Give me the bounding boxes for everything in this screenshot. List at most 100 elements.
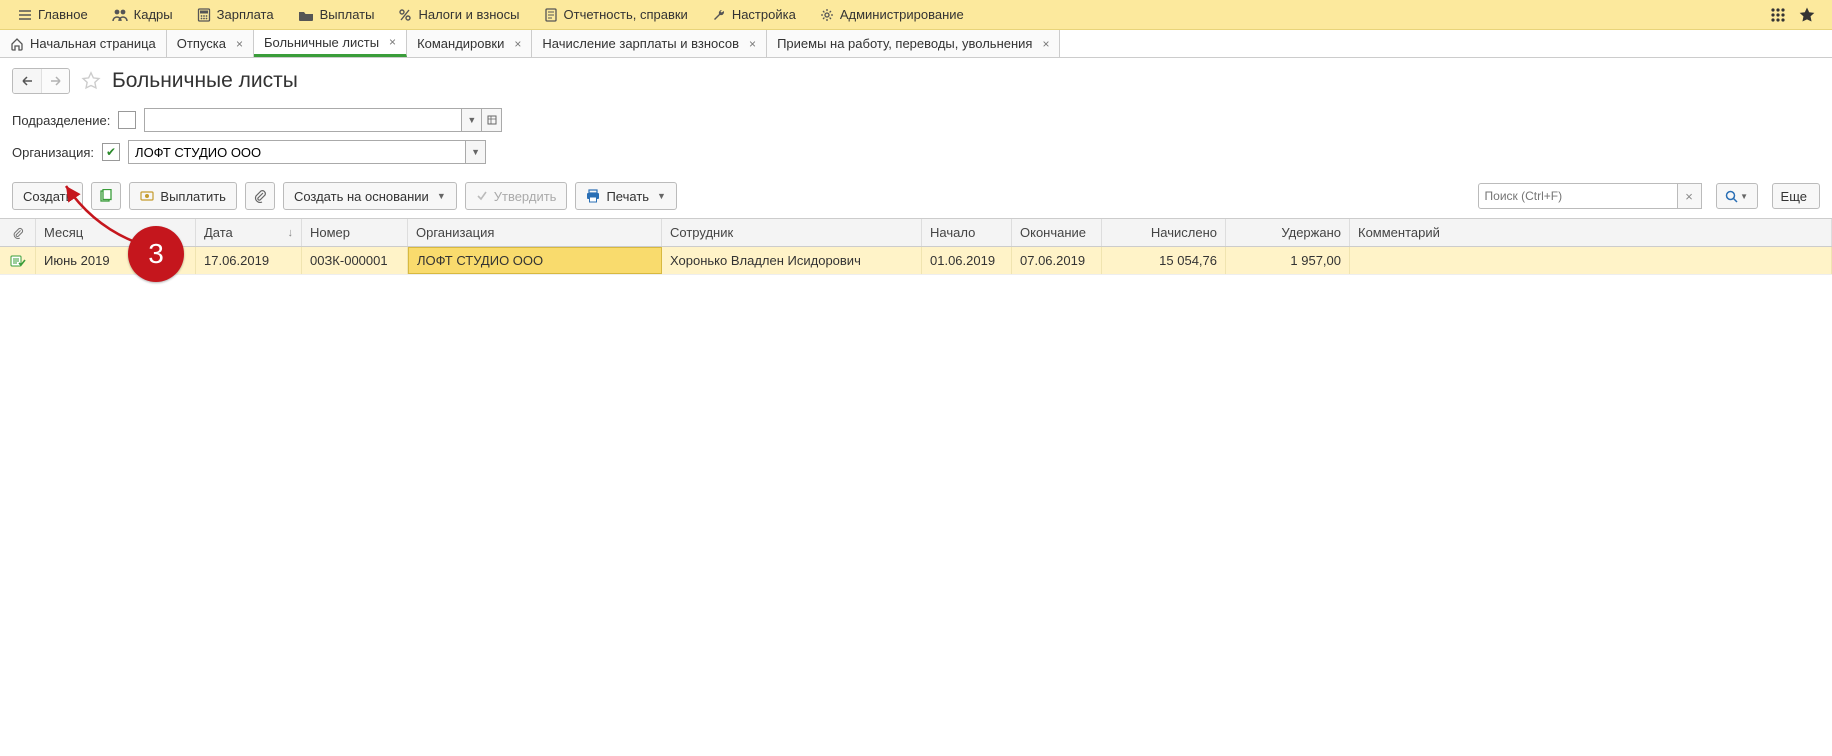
menu-label: Выплаты	[320, 7, 375, 22]
menu-label: Кадры	[134, 7, 173, 22]
document-icon	[544, 8, 558, 22]
menu-main[interactable]: Главное	[6, 0, 100, 29]
tab-sick-leaves[interactable]: Больничные листы ×	[254, 30, 407, 57]
tab-label: Начисление зарплаты и взносов	[542, 36, 739, 51]
favorite-icon[interactable]	[80, 70, 102, 92]
menu-settings[interactable]: Настройка	[700, 0, 808, 29]
money-icon	[140, 189, 154, 203]
chevron-down-icon: ▼	[467, 115, 476, 125]
chevron-down-icon: ▼	[1740, 192, 1748, 201]
close-icon[interactable]: ×	[749, 37, 756, 51]
close-icon: ×	[1685, 189, 1693, 204]
menu-taxes[interactable]: Налоги и взносы	[386, 0, 531, 29]
tab-trips[interactable]: Командировки ×	[407, 30, 532, 57]
wrench-icon	[712, 8, 726, 22]
home-icon	[10, 37, 24, 51]
button-label: Создать	[23, 189, 72, 204]
tab-bar: Начальная страница Отпуска × Больничные …	[0, 30, 1832, 58]
tab-label: Командировки	[417, 36, 504, 51]
cell-start: 01.06.2019	[922, 247, 1012, 274]
button-label: Еще	[1781, 189, 1807, 204]
star-icon[interactable]	[1798, 6, 1816, 24]
annotation-badge: 3	[128, 226, 184, 282]
col-date[interactable]: Дата↓	[196, 219, 302, 246]
org-input[interactable]	[128, 140, 466, 164]
menu-label: Настройка	[732, 7, 796, 22]
search-input[interactable]	[1478, 183, 1678, 209]
close-icon[interactable]: ×	[236, 37, 243, 51]
create-button[interactable]: Создать	[12, 182, 83, 210]
department-checkbox[interactable]	[118, 111, 136, 129]
paperclip-icon	[12, 227, 24, 239]
col-start[interactable]: Начало	[922, 219, 1012, 246]
org-dropdown-button[interactable]: ▼	[466, 140, 486, 164]
col-number[interactable]: Номер	[302, 219, 408, 246]
menu-reports[interactable]: Отчетность, справки	[532, 0, 700, 29]
approve-button[interactable]: Утвердить	[465, 182, 568, 210]
col-accrued[interactable]: Начислено	[1102, 219, 1226, 246]
table-row[interactable]: Июнь 2019 17.06.2019 00ЗК-000001 ЛОФТ СТ…	[0, 247, 1832, 275]
cell-org: ЛОФТ СТУДИО ООО	[408, 247, 662, 274]
menu-admin[interactable]: Администрирование	[808, 0, 976, 29]
paperclip-icon	[253, 189, 267, 203]
col-end[interactable]: Окончание	[1012, 219, 1102, 246]
cell-accrued: 15 054,76	[1102, 247, 1226, 274]
apps-icon[interactable]	[1770, 7, 1786, 23]
copy-icon	[99, 189, 113, 203]
department-input[interactable]	[144, 108, 462, 132]
chevron-down-icon: ▼	[657, 191, 666, 201]
department-open-button[interactable]	[482, 108, 502, 132]
close-icon[interactable]: ×	[389, 35, 396, 49]
chevron-down-icon: ▼	[471, 147, 480, 157]
grid: Месяц Дата↓ Номер Организация Сотрудник …	[0, 218, 1832, 275]
percent-icon	[398, 8, 412, 22]
close-icon[interactable]: ×	[514, 37, 521, 51]
org-checkbox[interactable]	[102, 143, 120, 161]
copy-button[interactable]	[91, 182, 121, 210]
tab-label: Отпуска	[177, 36, 226, 51]
toolbar: Создать Выплатить Создать на основании▼ …	[0, 178, 1832, 218]
button-label: Выплатить	[160, 189, 226, 204]
col-attachment[interactable]	[0, 219, 36, 246]
cell-withheld: 1 957,00	[1226, 247, 1350, 274]
cell-number: 00ЗК-000001	[302, 247, 408, 274]
org-label: Организация:	[12, 145, 94, 160]
tab-label: Начальная страница	[30, 36, 156, 51]
search-clear-button[interactable]: ×	[1678, 183, 1702, 209]
people-icon	[112, 8, 128, 22]
col-withheld[interactable]: Удержано	[1226, 219, 1350, 246]
department-dropdown-button[interactable]: ▼	[462, 108, 482, 132]
menu-payments[interactable]: Выплаты	[286, 0, 387, 29]
print-button[interactable]: Печать ▼	[575, 182, 677, 210]
tab-home[interactable]: Начальная страница	[0, 30, 167, 57]
close-icon[interactable]: ×	[1042, 37, 1049, 51]
tab-vacations[interactable]: Отпуска ×	[167, 30, 254, 57]
nav-history	[12, 68, 70, 94]
hamburger-icon	[18, 8, 32, 22]
create-based-button[interactable]: Создать на основании▼	[283, 182, 457, 210]
more-button[interactable]: Еще	[1772, 183, 1820, 209]
gear-icon	[820, 8, 834, 22]
cell-employee: Хоронько Владлен Исидорович	[662, 247, 922, 274]
col-org[interactable]: Организация	[408, 219, 662, 246]
col-comment[interactable]: Комментарий	[1350, 219, 1832, 246]
col-employee[interactable]: Сотрудник	[662, 219, 922, 246]
attach-button[interactable]	[245, 182, 275, 210]
annotation-badge-text: 3	[148, 238, 164, 270]
search-button[interactable]: ▼	[1716, 183, 1758, 209]
tab-hirings[interactable]: Приемы на работу, переводы, увольнения ×	[767, 30, 1060, 57]
search-icon	[1725, 190, 1738, 203]
tab-payroll[interactable]: Начисление зарплаты и взносов ×	[532, 30, 767, 57]
menu-salary[interactable]: Зарплата	[185, 0, 286, 29]
button-label: Утвердить	[494, 189, 557, 204]
cell-end: 07.06.2019	[1012, 247, 1102, 274]
button-label: Печать	[606, 189, 649, 204]
nav-forward-button[interactable]	[41, 69, 69, 93]
tab-label: Приемы на работу, переводы, увольнения	[777, 36, 1032, 51]
calculator-icon	[197, 8, 211, 22]
nav-back-button[interactable]	[13, 69, 41, 93]
menu-personnel[interactable]: Кадры	[100, 0, 185, 29]
pay-button[interactable]: Выплатить	[129, 182, 237, 210]
sort-asc-icon: ↓	[288, 227, 294, 239]
document-posted-icon	[10, 254, 26, 268]
